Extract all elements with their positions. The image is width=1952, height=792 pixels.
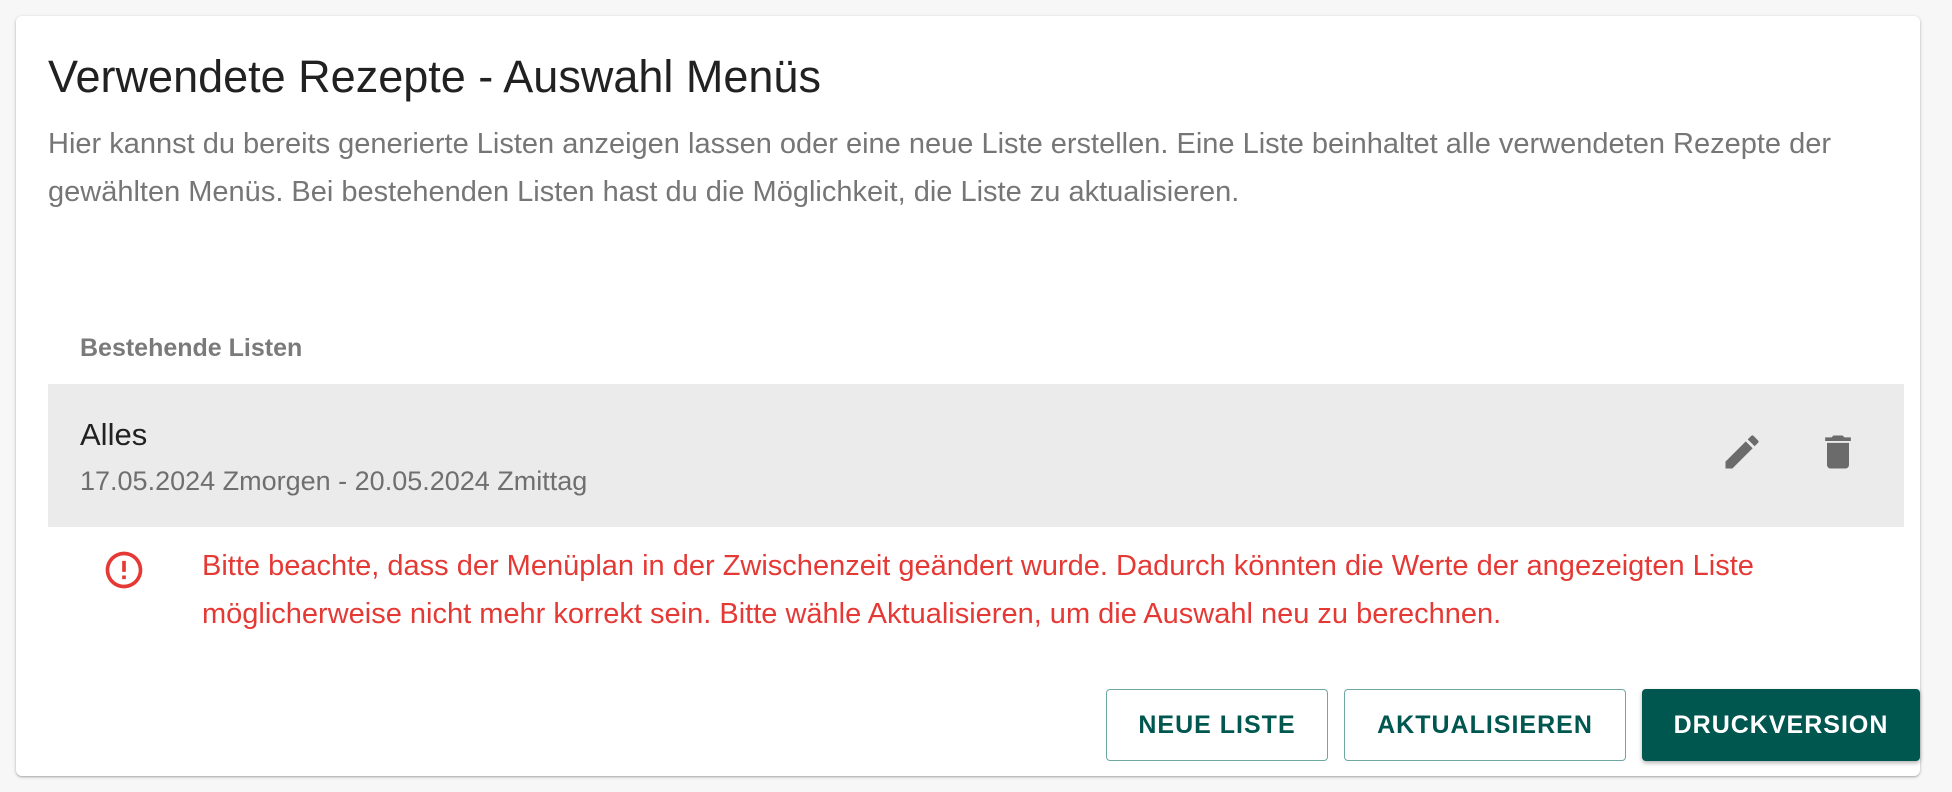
list-item-subtitle: 17.05.2024 Zmorgen - 20.05.2024 Zmittag [80, 466, 588, 496]
error-outline-icon [105, 551, 143, 589]
delete-icon [1825, 435, 1851, 469]
warning-message: Bitte beachte, dass der Menüplan in der … [202, 550, 1754, 630]
edit-button[interactable] [1714, 424, 1770, 480]
page-title: Verwendete Rezepte - Auswahl Menüs [48, 51, 821, 102]
edit-icon [1725, 435, 1759, 469]
list-item-alles[interactable]: Alles 17.05.2024 Zmorgen - 20.05.2024 Zm… [48, 384, 1904, 527]
delete-button[interactable] [1810, 424, 1866, 480]
recipes-card: Verwendete Rezepte - Auswahl Menüs Hier … [16, 16, 1920, 776]
page-description: Hier kannst du bereits generierte Listen… [48, 128, 1832, 208]
list-item-title: Alles [80, 417, 148, 452]
new-list-button[interactable]: Neue Liste [1106, 689, 1328, 761]
print-version-button[interactable]: Druckversion [1642, 689, 1920, 761]
list-subheader: Bestehende Listen [80, 334, 303, 362]
update-button[interactable]: Aktualisieren [1344, 689, 1626, 761]
